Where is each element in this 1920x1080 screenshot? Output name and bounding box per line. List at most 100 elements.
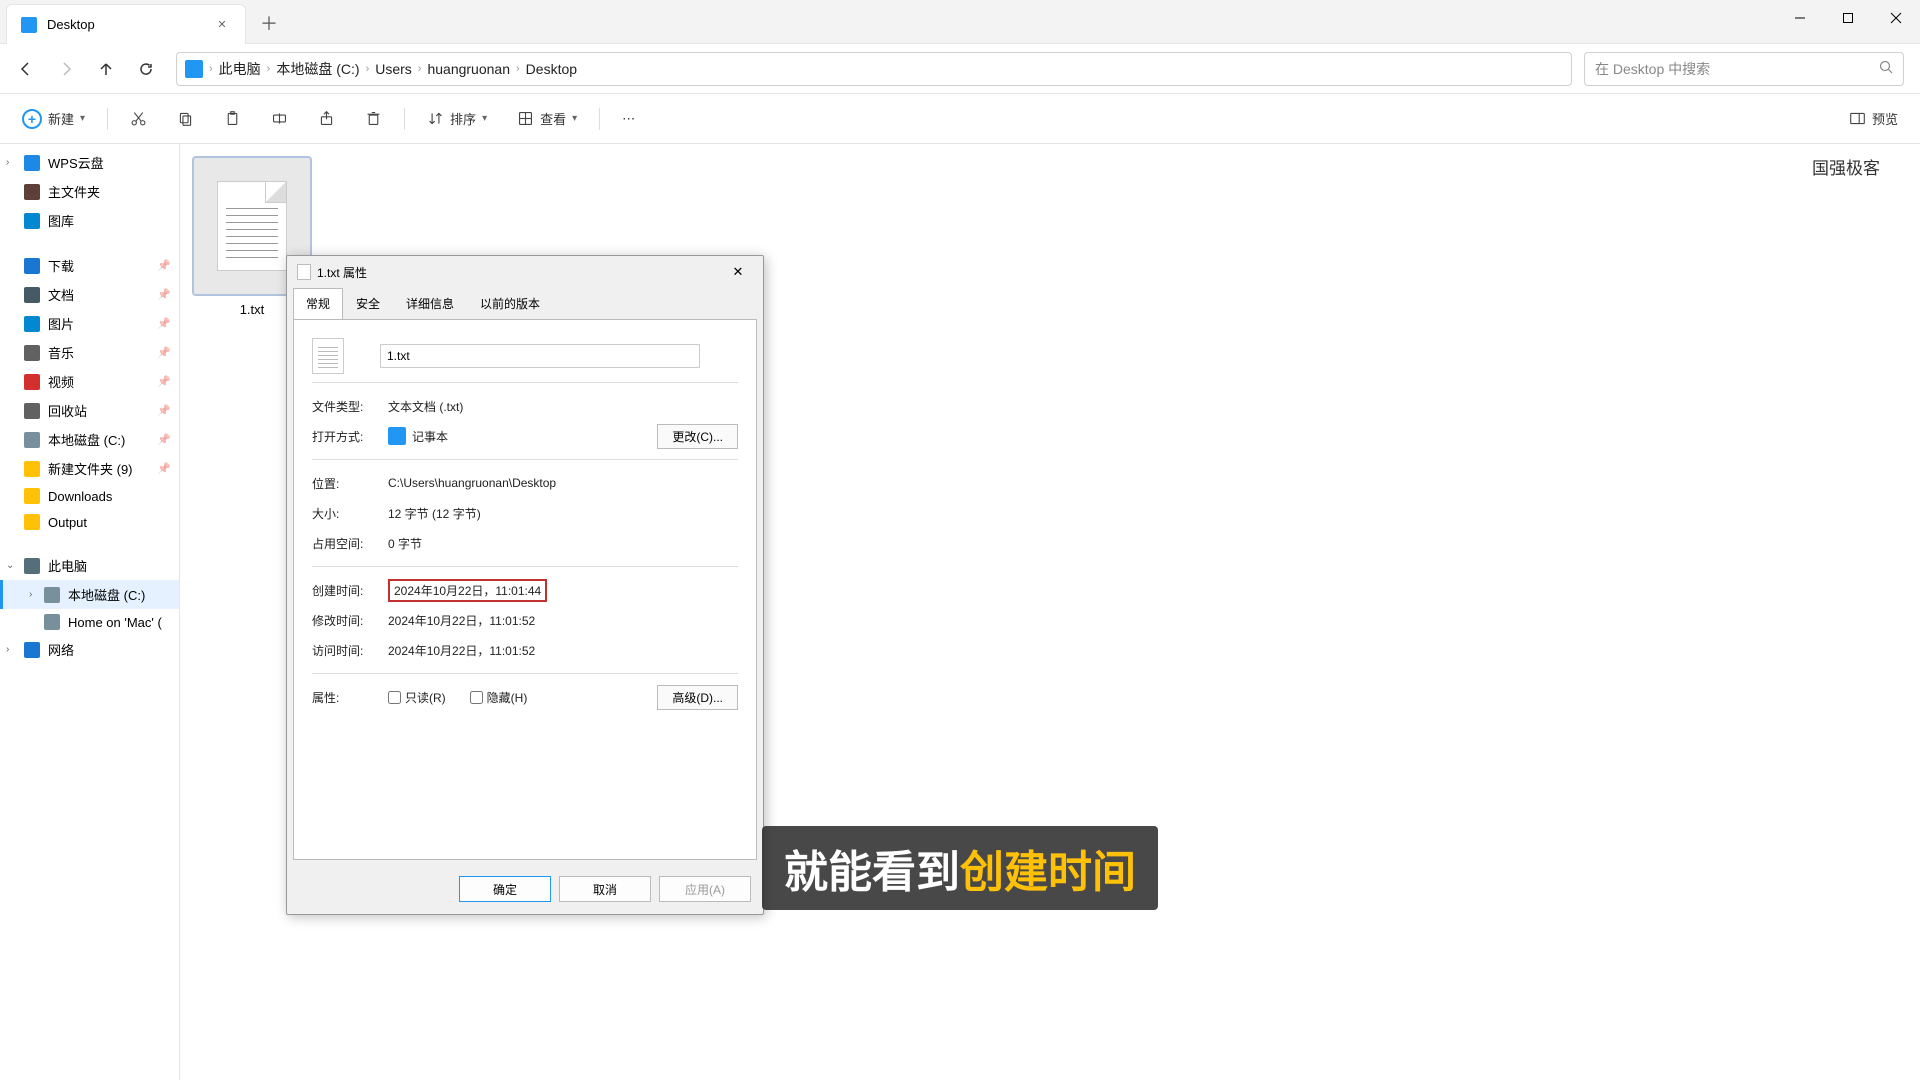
share-button[interactable]: [310, 104, 343, 133]
pin-icon: 📌: [157, 317, 171, 330]
sidebar-item-new-folder[interactable]: 新建文件夹 (9)📌: [0, 454, 179, 483]
view-button[interactable]: 查看▾: [509, 103, 585, 134]
cloud-icon: [24, 155, 40, 171]
forward-button[interactable]: [48, 51, 84, 87]
sidebar-item-home-on-mac[interactable]: Home on 'Mac' (: [0, 609, 179, 635]
new-button[interactable]: + 新建 ▾: [14, 103, 93, 135]
chevron-right-icon: ›: [418, 63, 422, 75]
refresh-button[interactable]: [128, 51, 164, 87]
close-window-button[interactable]: [1872, 0, 1920, 36]
delete-button[interactable]: [357, 104, 390, 133]
label-accessed: 访问时间:: [312, 642, 388, 659]
crumb-item[interactable]: 此电脑: [219, 59, 261, 79]
readonly-checkbox[interactable]: 只读(R): [388, 689, 446, 706]
label-location: 位置:: [312, 475, 388, 492]
sidebar-item-output[interactable]: Output: [0, 509, 179, 535]
value-size: 12 字节 (12 字节): [388, 505, 738, 522]
dialog-tabs: 常规 安全 详细信息 以前的版本: [287, 288, 763, 319]
subtitle-accent: 创建时间: [960, 848, 1136, 897]
pin-icon: 📌: [157, 462, 171, 475]
window-controls: [1776, 0, 1920, 36]
folder-icon: [24, 488, 40, 504]
preview-button[interactable]: 预览: [1841, 103, 1906, 134]
apply-button[interactable]: 应用(A): [659, 876, 751, 902]
tab-general[interactable]: 常规: [293, 288, 343, 320]
tab-previous-versions[interactable]: 以前的版本: [467, 288, 553, 319]
disk-icon: [44, 587, 60, 603]
properties-dialog: 1.txt 属性 ✕ 常规 安全 详细信息 以前的版本 文件类型:文本文档 (.…: [286, 255, 764, 915]
ok-button[interactable]: 确定: [459, 876, 551, 902]
sidebar-item-recycle[interactable]: 回收站📌: [0, 396, 179, 425]
txt-file-icon: [217, 181, 287, 271]
chevron-down-icon: ▾: [482, 113, 487, 124]
maximize-button[interactable]: [1824, 0, 1872, 36]
download-icon: [24, 258, 40, 274]
crumb-item[interactable]: Users: [375, 61, 412, 77]
crumb-item[interactable]: huangruonan: [427, 61, 510, 77]
chevron-down-icon: ▾: [572, 113, 577, 124]
chevron-down-icon: ⌄: [6, 560, 14, 571]
sidebar-item-downloads[interactable]: 下载📌: [0, 251, 179, 280]
search-input[interactable]: 在 Desktop 中搜索: [1584, 52, 1904, 86]
chevron-right-icon: ›: [209, 63, 213, 75]
sidebar-item-network[interactable]: ›网络: [0, 635, 179, 664]
separator: [107, 108, 108, 130]
sidebar-item-documents[interactable]: 文档📌: [0, 280, 179, 309]
pin-icon: 📌: [157, 433, 171, 446]
sidebar-item-this-pc[interactable]: ⌄此电脑: [0, 551, 179, 580]
minimize-button[interactable]: [1776, 0, 1824, 36]
pc-icon: [24, 558, 40, 574]
cut-button[interactable]: [122, 104, 155, 133]
sidebar-item-videos[interactable]: 视频📌: [0, 367, 179, 396]
sidebar-item-local-disk-c[interactable]: ›本地磁盘 (C:): [0, 580, 179, 609]
pin-icon: 📌: [157, 375, 171, 388]
dialog-footer: 确定 取消 应用(A): [287, 866, 763, 914]
crumb-item[interactable]: 本地磁盘 (C:): [276, 59, 359, 79]
paste-button[interactable]: [216, 104, 249, 133]
sidebar-item-gallery[interactable]: 图库: [0, 206, 179, 235]
chevron-right-icon: ›: [6, 644, 9, 655]
hidden-checkbox[interactable]: 隐藏(H): [470, 689, 528, 706]
advanced-button[interactable]: 高级(D)...: [657, 685, 738, 710]
browser-tab[interactable]: Desktop ✕: [6, 4, 246, 44]
folder-icon: [24, 514, 40, 530]
label-disk-size: 占用空间:: [312, 535, 388, 552]
sidebar-item-downloads-folder[interactable]: Downloads: [0, 483, 179, 509]
sidebar-item-home[interactable]: 主文件夹: [0, 177, 179, 206]
gallery-icon: [24, 213, 40, 229]
dialog-close-button[interactable]: ✕: [723, 260, 753, 284]
sort-button[interactable]: 排序▾: [419, 103, 495, 134]
chevron-right-icon: ›: [366, 63, 370, 75]
sidebar-item-wps[interactable]: ›WPS云盘: [0, 148, 179, 177]
tab-security[interactable]: 安全: [343, 288, 393, 319]
breadcrumb-path[interactable]: › 此电脑 › 本地磁盘 (C:) › Users › huangruonan …: [176, 52, 1572, 86]
value-disk-size: 0 字节: [388, 535, 738, 552]
crumb-item[interactable]: Desktop: [526, 61, 577, 77]
toolbar: + 新建 ▾ 排序▾ 查看▾ ⋯ 预览: [0, 94, 1920, 144]
folder-icon: [24, 461, 40, 477]
dialog-titlebar[interactable]: 1.txt 属性 ✕: [287, 256, 763, 288]
plus-icon: +: [22, 109, 42, 129]
cancel-button[interactable]: 取消: [559, 876, 651, 902]
separator: [599, 108, 600, 130]
dialog-body: 文件类型:文本文档 (.txt) 打开方式: 记事本 更改(C)... 位置:C…: [293, 319, 757, 860]
more-button[interactable]: ⋯: [614, 105, 643, 133]
sidebar-item-pictures[interactable]: 图片📌: [0, 309, 179, 338]
tab-details[interactable]: 详细信息: [393, 288, 467, 319]
rename-button[interactable]: [263, 104, 296, 133]
close-tab-button[interactable]: ✕: [213, 16, 231, 34]
back-button[interactable]: [8, 51, 44, 87]
value-open-with: 记事本: [412, 428, 448, 445]
value-modified: 2024年10月22日，11:01:52: [388, 612, 738, 629]
folder-icon: [21, 17, 37, 33]
sidebar-item-music[interactable]: 音乐📌: [0, 338, 179, 367]
copy-button[interactable]: [169, 104, 202, 133]
filename-input[interactable]: [380, 344, 700, 368]
new-tab-button[interactable]: ＋: [252, 6, 286, 40]
change-app-button[interactable]: 更改(C)...: [657, 424, 738, 449]
chevron-right-icon: ›: [6, 157, 9, 168]
up-button[interactable]: [88, 51, 124, 87]
pin-icon: 📌: [157, 404, 171, 417]
sidebar-item-local-disk[interactable]: 本地磁盘 (C:)📌: [0, 425, 179, 454]
chevron-right-icon: ›: [516, 63, 520, 75]
